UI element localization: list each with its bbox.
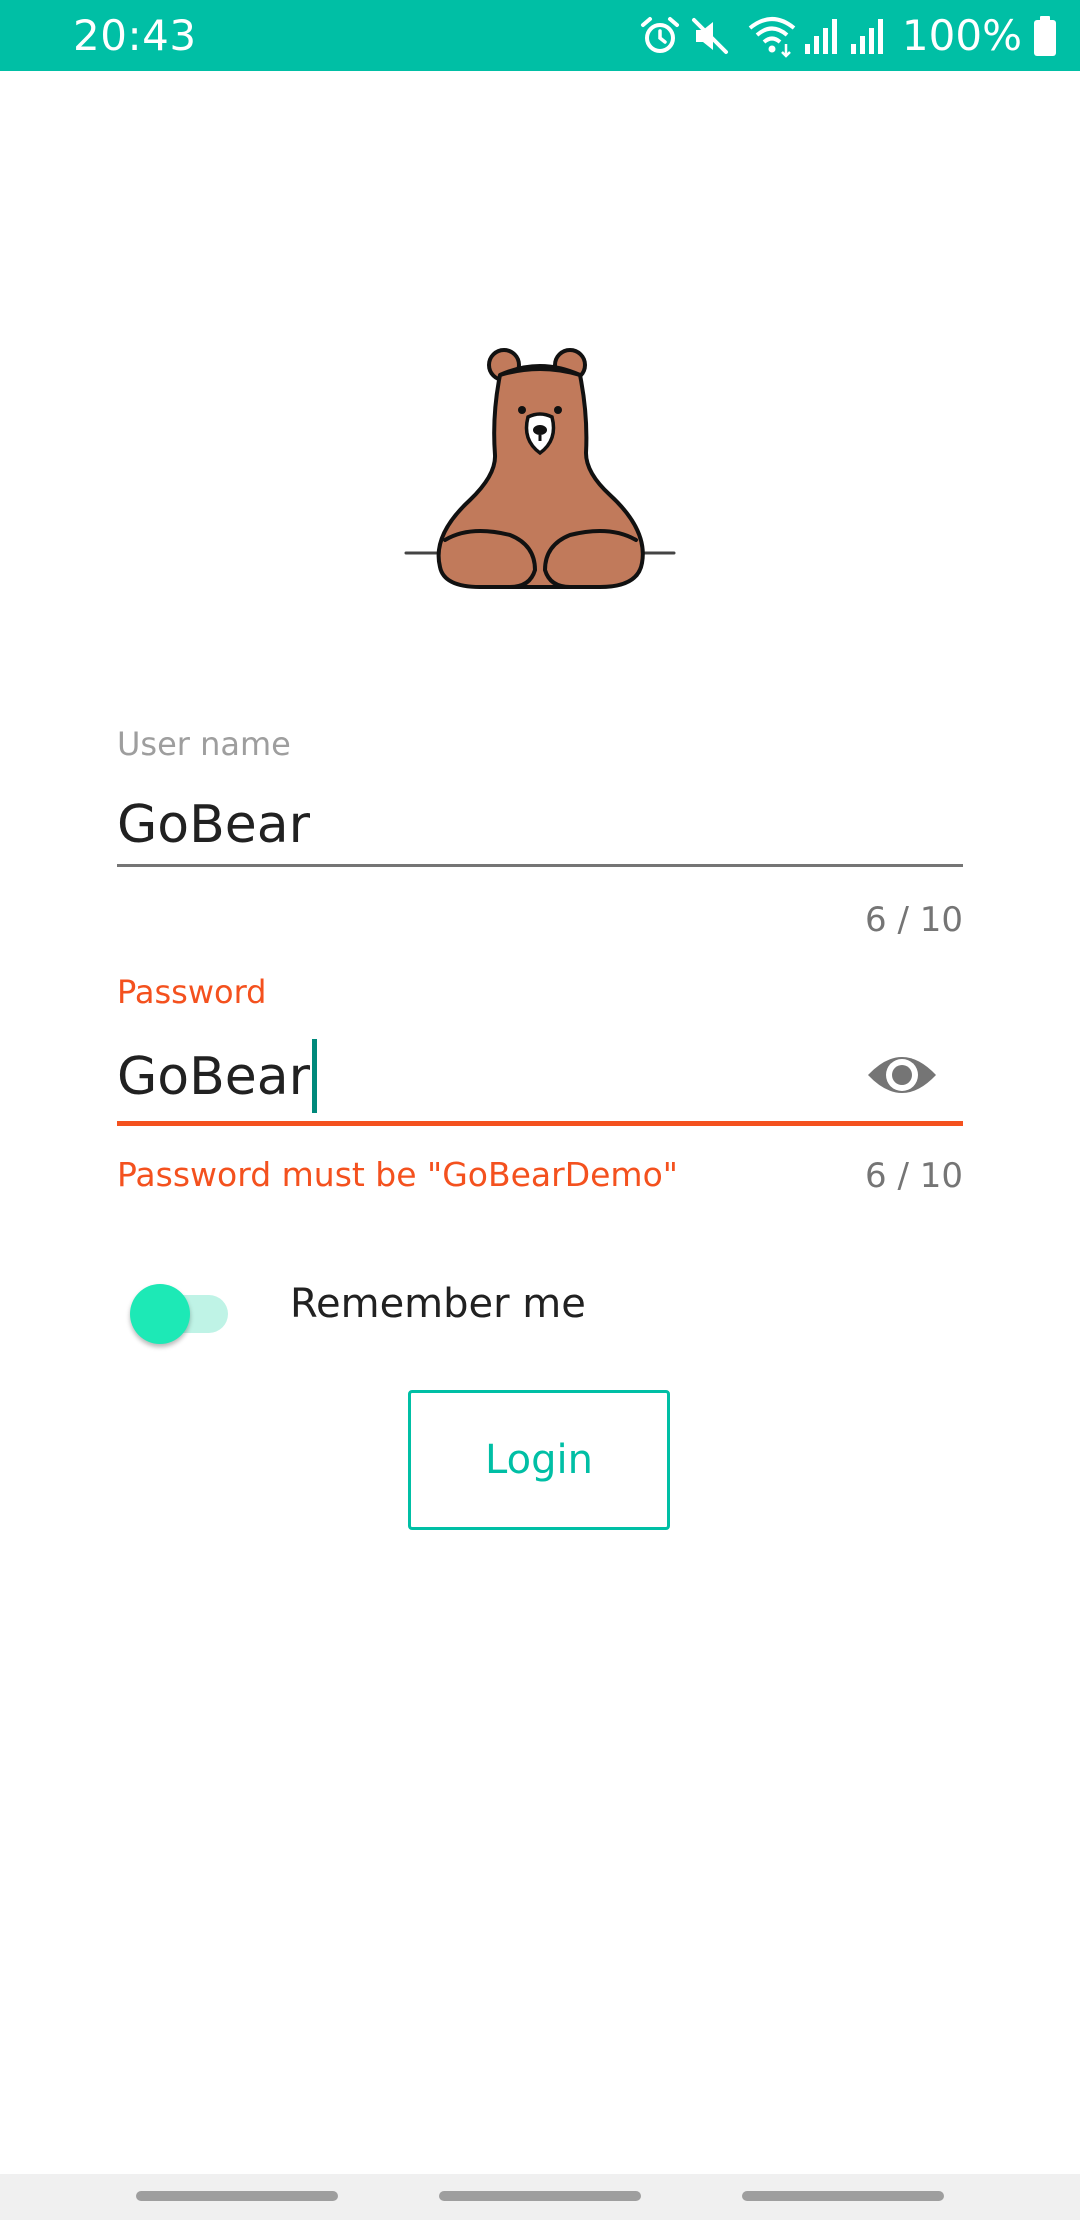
username-input[interactable]: GoBear (117, 793, 310, 857)
password-label: Password (117, 973, 267, 1011)
switch-thumb (130, 1284, 190, 1344)
login-button[interactable]: Login (408, 1390, 670, 1530)
login-screen: 20:43 100% User name GoBear 6 / 10 Passw… (0, 0, 1080, 2220)
eye-icon (862, 1057, 942, 1109)
status-time: 20:43 (73, 11, 197, 60)
username-counter: 6 / 10 (865, 900, 963, 940)
nav-recents-button[interactable] (136, 2191, 338, 2201)
battery-icon (1032, 14, 1058, 58)
password-underline (117, 1121, 963, 1126)
status-icons: 100% (638, 10, 1058, 62)
navigation-bar (0, 2174, 1080, 2220)
nav-home-button[interactable] (439, 2191, 641, 2201)
signal-icon (848, 14, 888, 58)
remember-me-switch[interactable] (128, 1282, 228, 1346)
battery-percentage: 100% (901, 11, 1022, 60)
password-value: GoBear (117, 1047, 311, 1107)
text-cursor (312, 1039, 318, 1113)
nav-back-button[interactable] (742, 2191, 944, 2201)
wifi-icon (746, 14, 798, 58)
signal-icon (802, 14, 842, 58)
mute-icon (688, 14, 732, 58)
alarm-icon (638, 14, 682, 58)
password-visibility-toggle[interactable] (862, 1045, 942, 1105)
password-error-text: Password must be "GoBearDemo" (117, 1155, 678, 1194)
remember-me-label: Remember me (290, 1281, 586, 1327)
password-input[interactable]: GoBear (117, 1039, 318, 1117)
password-counter: 6 / 10 (865, 1156, 963, 1196)
bear-logo (400, 335, 680, 595)
username-label: User name (117, 725, 291, 763)
username-underline (117, 864, 963, 867)
status-bar: 20:43 100% (0, 0, 1080, 71)
